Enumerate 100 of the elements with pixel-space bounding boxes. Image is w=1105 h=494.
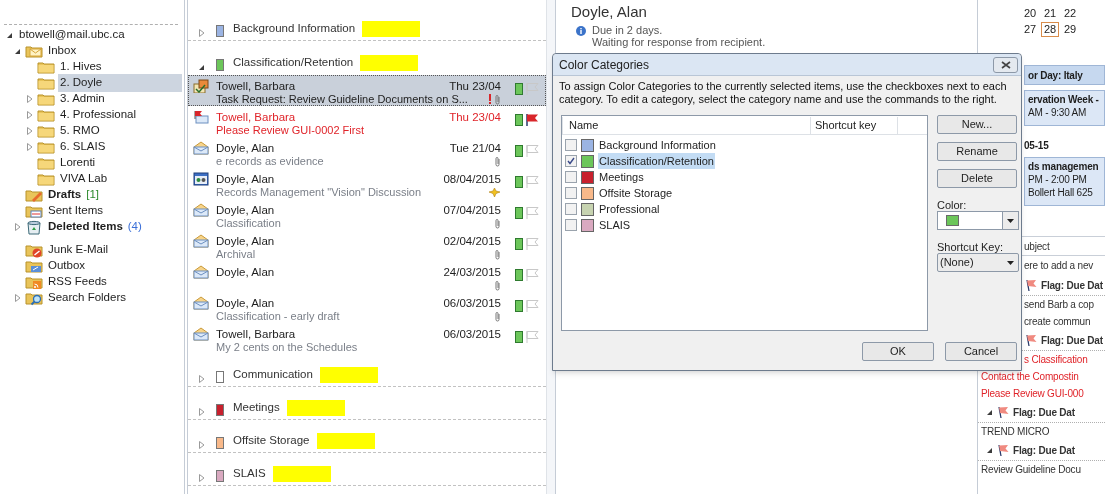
group-header[interactable]: Flag: Due Dat [1041, 332, 1103, 348]
folder-item[interactable]: 5. RMO [58, 122, 102, 140]
sender-name: Doyle, Alan [216, 234, 275, 247]
message-row[interactable]: Doyle, Alan Tue 21/04 e records as evidence [188, 137, 546, 168]
message-row[interactable]: Doyle, Alan 24/03/2015 [188, 261, 546, 292]
flag-outline-icon[interactable] [525, 206, 539, 220]
calendar-day[interactable]: 21 [1041, 6, 1059, 21]
group-header[interactable]: Offsite Storage [233, 431, 310, 449]
folder-item[interactable]: Junk E-Mail [46, 241, 111, 259]
folder-item[interactable]: VIVA Lab [58, 170, 110, 188]
group-header[interactable]: SLAIS [233, 464, 266, 482]
checkbox[interactable] [565, 187, 577, 199]
checkbox[interactable] [565, 219, 577, 231]
dialog-button[interactable]: OK [862, 342, 934, 361]
expand-arrow-icon[interactable] [26, 127, 33, 135]
flag-outline-icon[interactable] [525, 299, 539, 313]
flag-outline-icon[interactable] [525, 237, 539, 251]
calendar-day[interactable]: 27 [1021, 22, 1039, 37]
folder-item[interactable]: Deleted Items [46, 218, 125, 236]
folder-item[interactable]: btowell@mail.ubc.ca [17, 26, 127, 44]
checkbox[interactable] [565, 155, 577, 167]
dialog-button[interactable]: New... [937, 115, 1017, 134]
flag-icon[interactable] [525, 113, 539, 127]
checkbox[interactable] [565, 139, 577, 151]
message-row[interactable]: Towell, Barbara Thu 23/04 Please Review GUI-0002 First [188, 106, 546, 137]
expand-arrow-icon[interactable] [14, 294, 21, 302]
folder-item[interactable]: Outbox [46, 257, 88, 275]
category-name[interactable]: Professional [598, 200, 661, 218]
group-header[interactable]: Background Information [233, 19, 356, 37]
group-header[interactable]: Flag: Due Dat [1013, 442, 1075, 458]
flag-outline-icon[interactable] [525, 268, 539, 282]
collapse-arrow-icon[interactable] [198, 64, 205, 71]
calendar-day[interactable]: 20 [1021, 6, 1039, 21]
message-row[interactable]: Towell, Barbara Thu 23/04 Task Request: Review Guideline Documents on S... [188, 75, 546, 106]
dialog-button[interactable]: Delete [937, 169, 1017, 188]
category-name[interactable]: Offsite Storage [598, 184, 674, 202]
collapse-arrow-icon[interactable] [986, 408, 993, 416]
group-header[interactable]: Classification/Retention [233, 53, 354, 71]
collapse-arrow-icon[interactable] [6, 31, 13, 39]
new-task-field[interactable]: ere to add a nev [1024, 258, 1094, 273]
expand-arrow-icon[interactable] [198, 441, 205, 449]
expand-arrow-icon[interactable] [198, 375, 205, 383]
expand-arrow-icon[interactable] [198, 474, 205, 482]
checkbox[interactable] [565, 203, 577, 215]
folder-item[interactable]: 3. Admin [58, 90, 107, 108]
task-item[interactable]: create commun [1024, 314, 1091, 329]
collapse-arrow-icon[interactable] [14, 47, 21, 55]
dialog-button[interactable]: Rename [937, 142, 1017, 161]
message-row[interactable]: Towell, Barbara 06/03/2015 My 2 cents on the Schedules [188, 323, 546, 354]
column-header[interactable]: Shortcut key [810, 117, 898, 134]
task-item[interactable]: Review Guideline Docu [981, 462, 1081, 477]
task-item[interactable]: Contact the Compostin [981, 369, 1079, 384]
folder-item[interactable]: Search Folders [46, 289, 128, 307]
task-item[interactable]: send Barb a cop [1024, 297, 1094, 312]
task-item[interactable]: TREND MICRO [981, 424, 1050, 439]
expand-arrow-icon[interactable] [198, 29, 205, 37]
calendar-day[interactable]: 28 [1041, 22, 1059, 37]
checkbox[interactable] [565, 171, 577, 183]
appointment-card[interactable]: ervation Week - AM - 9:30 AM [1024, 90, 1105, 126]
appointment-card[interactable]: ds managemen PM - 2:00 PM Bollert Hall 625 [1024, 157, 1105, 206]
message-row[interactable]: Doyle, Alan 02/04/2015 Archival [188, 230, 546, 261]
folder-item[interactable]: Inbox [46, 42, 79, 60]
task-item[interactable]: Please Review GUI-000 [981, 386, 1084, 401]
category-name[interactable]: SLAIS [598, 216, 632, 234]
expand-arrow-icon[interactable] [14, 223, 21, 231]
flag-outline-icon[interactable] [525, 144, 539, 158]
group-header[interactable]: Flag: Due Dat [1041, 277, 1103, 293]
group-header[interactable]: Communication [233, 365, 313, 383]
task-item[interactable]: s Classification [1024, 352, 1088, 367]
expand-arrow-icon[interactable] [26, 111, 33, 119]
flag-outline-icon[interactable] [525, 175, 539, 189]
group-header[interactable]: Flag: Due Dat [1013, 404, 1075, 420]
folder-item[interactable]: Lorenti [58, 154, 98, 172]
close-button[interactable] [993, 56, 1018, 73]
folder-item[interactable]: 4. Professional [58, 106, 139, 124]
flag-outline-icon[interactable] [525, 330, 539, 344]
calendar-day[interactable]: 29 [1061, 22, 1079, 37]
color-dropdown[interactable] [937, 211, 1019, 230]
expand-arrow-icon[interactable] [26, 143, 33, 151]
dialog-button[interactable]: Cancel [945, 342, 1017, 361]
folder-item[interactable]: Drafts [46, 186, 84, 204]
message-row[interactable]: Doyle, Alan 07/04/2015 Classification [188, 199, 546, 230]
shortcut-dropdown[interactable]: (None) [937, 253, 1019, 272]
folder-item[interactable]: 2. Doyle [58, 74, 183, 92]
expand-arrow-icon[interactable] [198, 408, 205, 416]
category-name[interactable]: Background Information [598, 136, 717, 154]
message-row[interactable]: Doyle, Alan 08/04/2015 Records Management "Vision" Discussion [188, 168, 546, 199]
column-header[interactable]: Name [562, 117, 810, 134]
folder-item[interactable]: 6. SLAIS [58, 138, 108, 156]
folder-item[interactable]: Sent Items [46, 202, 105, 220]
collapse-arrow-icon[interactable] [986, 446, 993, 454]
all-day-event[interactable]: or Day: Italy [1024, 65, 1105, 85]
category-name[interactable]: Meetings [598, 168, 645, 186]
group-header[interactable]: Meetings [233, 398, 280, 416]
expand-arrow-icon[interactable] [26, 95, 33, 103]
category-name[interactable]: Classification/Retention [598, 152, 715, 170]
message-row[interactable]: Doyle, Alan 06/03/2015 Classification - early draft [188, 292, 546, 323]
folder-item[interactable]: RSS Feeds [46, 273, 109, 291]
calendar-day[interactable]: 22 [1061, 6, 1079, 21]
folder-item[interactable]: 1. Hives [58, 58, 104, 76]
